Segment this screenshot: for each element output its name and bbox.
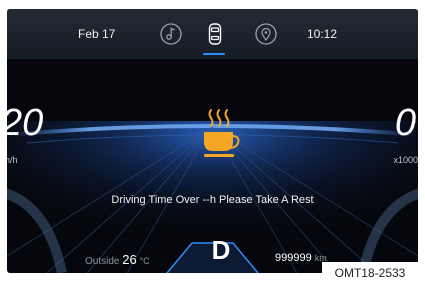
car-icon[interactable] bbox=[201, 20, 229, 48]
speed-unit: h/h bbox=[7, 155, 18, 165]
outside-temp-value: 26 bbox=[122, 252, 137, 267]
tachometer-unit: x1000 bbox=[393, 155, 418, 165]
rest-warning-message: Driving Time Over --h Please Take A Rest bbox=[111, 194, 314, 206]
odometer-value: 999999 bbox=[275, 252, 312, 264]
outside-temp-label: Outside bbox=[85, 256, 120, 267]
active-tab-indicator bbox=[203, 53, 225, 55]
speed-value: 20 bbox=[7, 102, 44, 144]
outside-temperature: Outside 26 °C bbox=[85, 252, 150, 267]
gear-indicator: D bbox=[211, 235, 231, 265]
odometer: 999999 km bbox=[275, 252, 327, 264]
figure-code-label: OMT18-2533 bbox=[322, 262, 418, 284]
clock-display: 10:12 bbox=[307, 27, 338, 41]
coffee-cup-icon bbox=[204, 109, 240, 157]
instrument-cluster-display: Feb 17 10:12 0 h/h 0 x1000 Driving Time … bbox=[7, 9, 418, 273]
date-display: Feb 17 bbox=[78, 27, 116, 41]
outside-temp-unit: °C bbox=[139, 256, 150, 266]
music-icon[interactable] bbox=[157, 20, 185, 48]
navigation-pin-icon[interactable] bbox=[252, 20, 280, 48]
tachometer-value: 0 bbox=[394, 102, 416, 144]
